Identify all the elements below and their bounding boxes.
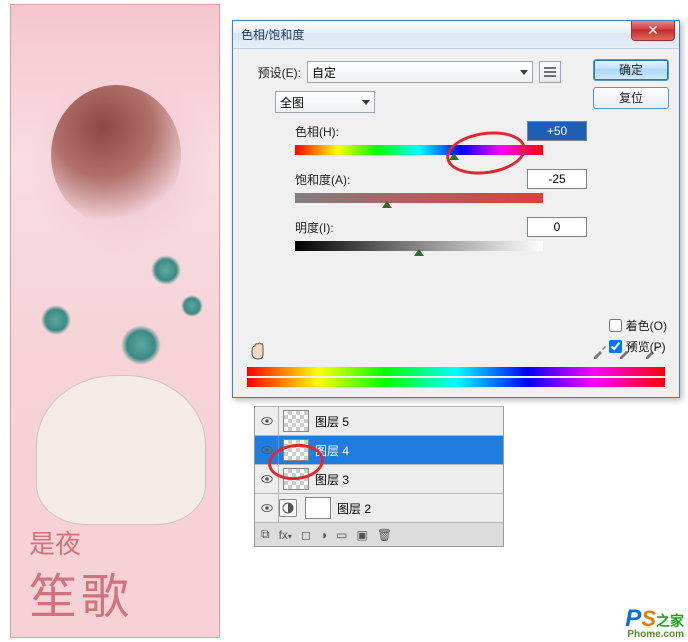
preview-checkbox[interactable]: 预览(P) (609, 338, 667, 355)
layer-name: 图层 2 (335, 500, 371, 517)
reset-button[interactable]: 复位 (593, 87, 669, 109)
new-layer-icon[interactable]: ▣ (357, 528, 368, 542)
layer-effects-icon[interactable]: fx▾ (279, 528, 292, 542)
layer-row[interactable]: 图层 4 (255, 435, 503, 464)
layers-footer: ⧉ fx▾ ◻ ◑ ▭ ▣ 🗑 (255, 522, 503, 546)
preset-select[interactable]: 自定 (307, 61, 533, 83)
delete-layer-icon[interactable]: 🗑 (377, 528, 392, 542)
artwork-text-1: 是夜 (29, 524, 133, 561)
saturation-slider[interactable] (295, 193, 543, 203)
targeted-adjust-icon[interactable] (247, 341, 267, 361)
watermark: PS之家 Phome.com (625, 605, 684, 640)
hue-label: 色相(H): (295, 123, 405, 140)
dialog-title: 色相/饱和度 (241, 26, 304, 43)
dialog-titlebar[interactable]: 色相/饱和度 ✕ (233, 21, 679, 49)
saturation-input[interactable]: -25 (527, 169, 587, 189)
hue-slider[interactable] (295, 145, 543, 155)
layer-thumbnail[interactable] (283, 410, 309, 432)
layer-mask-icon[interactable]: ◻ (301, 528, 311, 542)
lightness-input[interactable]: 0 (527, 217, 587, 237)
layer-thumbnail[interactable] (283, 439, 309, 461)
link-layers-icon[interactable]: ⧉ (261, 527, 270, 542)
color-spectrum (247, 367, 665, 387)
preset-label: 预设(E): (247, 64, 307, 81)
layer-row[interactable]: 图层 5 (255, 406, 503, 435)
layer-row[interactable]: 图层 3 (255, 464, 503, 493)
layer-name: 图层 4 (313, 442, 349, 459)
preset-value: 自定 (312, 64, 336, 81)
layers-panel: 图层 5 图层 4 图层 3 图层 2 ⧉ fx▾ ◻ ◑ ▭ ▣ 🗑 (254, 406, 504, 547)
lightness-slider[interactable] (295, 241, 543, 251)
eyedropper-icon[interactable] (591, 342, 609, 360)
group-icon[interactable]: ▭ (336, 528, 347, 542)
layer-thumbnail[interactable] (283, 468, 309, 490)
layer-name: 图层 3 (313, 471, 349, 488)
visibility-toggle[interactable] (255, 465, 279, 493)
hue-saturation-dialog: 色相/饱和度 ✕ 预设(E): 自定 确定 复位 全图 (232, 20, 680, 398)
channel-select[interactable]: 全图 (275, 91, 375, 113)
ok-button[interactable]: 确定 (593, 59, 669, 81)
layer-name: 图层 5 (313, 413, 349, 430)
hue-input[interactable]: +50 (527, 121, 587, 141)
chevron-down-icon (362, 100, 370, 105)
colorize-checkbox[interactable]: 着色(O) (609, 317, 667, 334)
close-button[interactable]: ✕ (631, 21, 675, 41)
layer-thumbnail[interactable] (305, 497, 331, 519)
adjustment-layer-icon (279, 499, 297, 517)
lightness-label: 明度(I): (295, 219, 405, 236)
visibility-toggle[interactable] (255, 436, 279, 464)
visibility-toggle[interactable] (255, 494, 279, 522)
layer-row[interactable]: 图层 2 (255, 493, 503, 522)
preset-menu-button[interactable] (539, 61, 561, 83)
channel-value: 全图 (280, 94, 304, 111)
visibility-toggle[interactable] (255, 407, 279, 435)
artwork-text-2: 笙歌 (29, 557, 133, 627)
saturation-label: 饱和度(A): (295, 171, 405, 188)
chevron-down-icon (520, 70, 528, 75)
artwork-preview: 是夜 笙歌 (10, 4, 220, 638)
adjustment-layer-icon[interactable]: ◑ (320, 528, 327, 542)
